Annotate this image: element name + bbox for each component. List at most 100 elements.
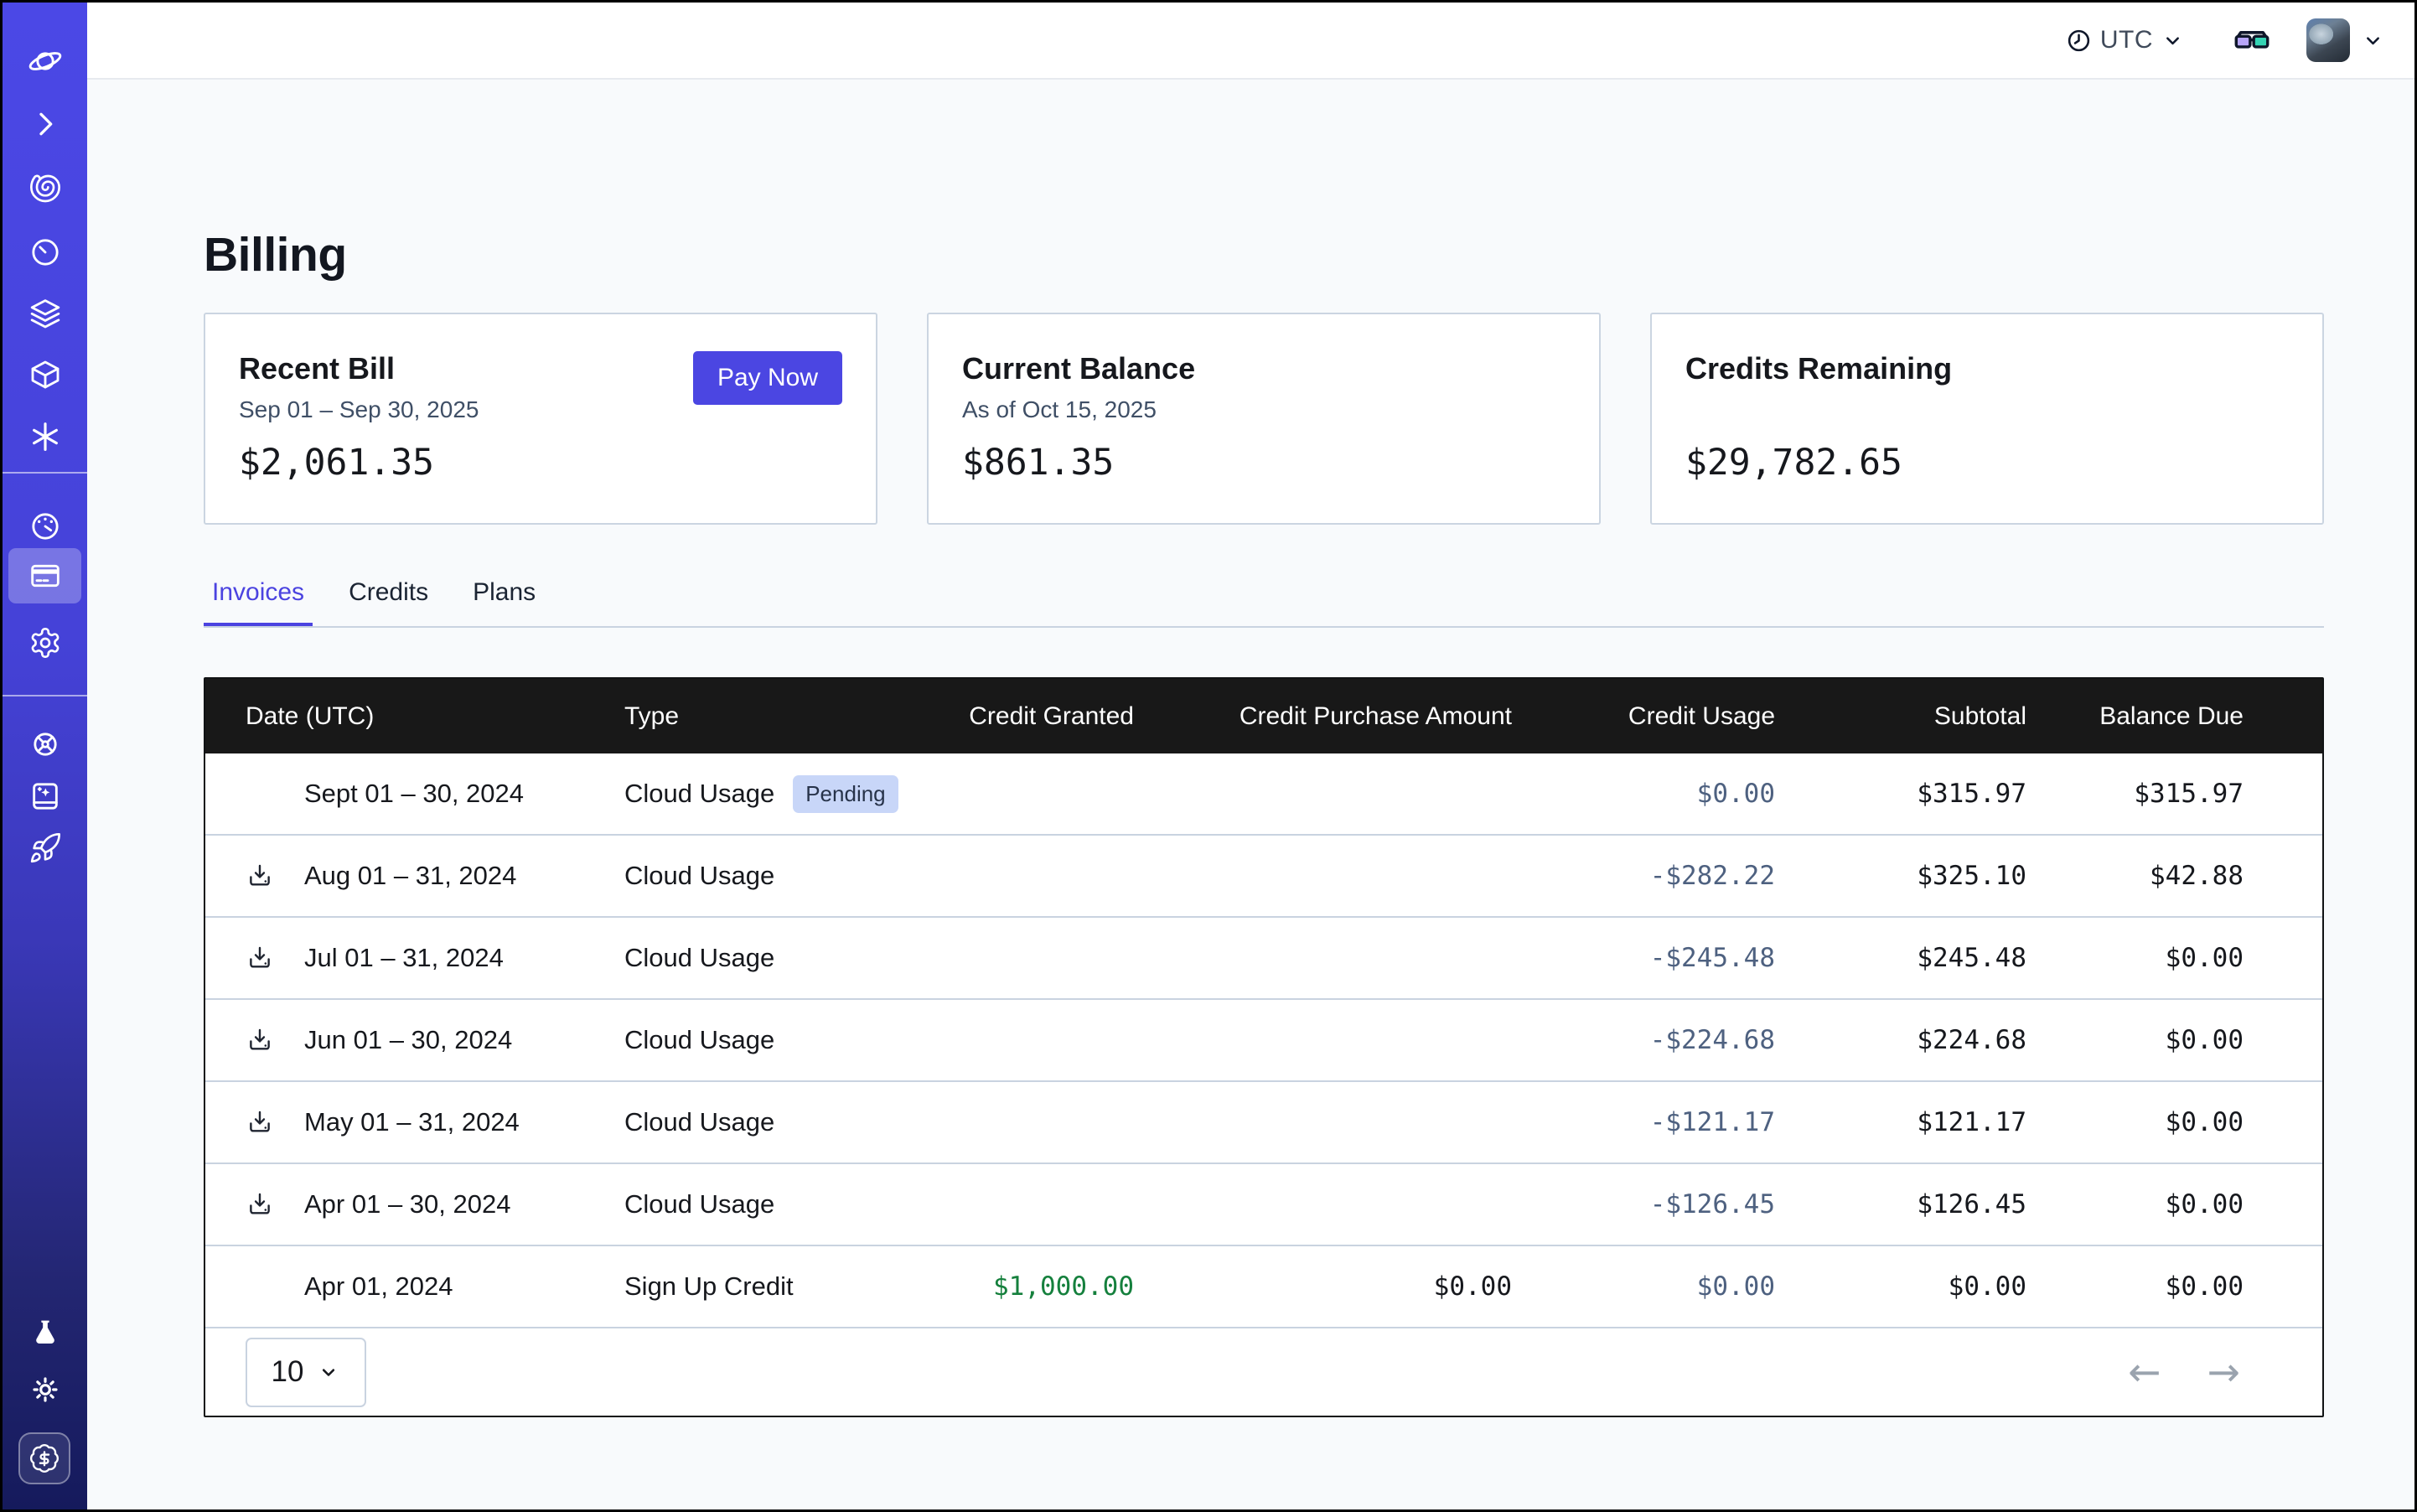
- tab-invoices[interactable]: Invoices: [204, 578, 313, 628]
- invoice-type: Cloud Usage: [624, 1107, 774, 1137]
- avatar: [2306, 18, 2350, 62]
- current-balance-card: Current Balance As of Oct 15, 2025 $861.…: [927, 313, 1601, 525]
- chevron-right-icon: [28, 107, 62, 141]
- sidebar-item-sandbox[interactable]: [3, 356, 87, 393]
- asterisk-icon: [28, 420, 62, 453]
- sidebar-item-billing[interactable]: [3, 557, 87, 594]
- column-header-type: Type: [624, 702, 909, 731]
- invoice-date-cell: May 01 – 31, 2024: [246, 1107, 624, 1137]
- sidebar-item-timer[interactable]: [3, 234, 87, 271]
- timezone-selector[interactable]: UTC: [2066, 26, 2184, 54]
- subtotal-cell: $121.17: [1775, 1107, 2026, 1137]
- column-header-credit-granted: Credit Granted: [909, 702, 1134, 731]
- download-invoice-button[interactable]: [246, 941, 279, 975]
- timer-icon: [28, 236, 62, 269]
- invoice-date-cell: Jul 01 – 31, 2024: [246, 943, 624, 973]
- invoices-table: Date (UTC)TypeCredit GrantedCredit Purch…: [204, 677, 2324, 1417]
- chevron-down-icon: [2161, 29, 2184, 52]
- invoice-period: May 01 – 31, 2024: [304, 1107, 520, 1137]
- page-size-value: 10: [272, 1355, 304, 1389]
- prev-page-button[interactable]: ←: [2128, 1353, 2161, 1392]
- invoice-period: Apr 01, 2024: [304, 1271, 453, 1301]
- invoice-type: Cloud Usage: [624, 1189, 774, 1219]
- invoice-type: Cloud Usage: [624, 1025, 774, 1055]
- sidebar-item-layers[interactable]: [3, 295, 87, 332]
- balance-due-cell: $42.88: [2026, 861, 2244, 891]
- chevron-down-icon: [2362, 29, 2384, 52]
- balance-due-cell: $0.00: [2026, 1025, 2244, 1055]
- download-invoice-button[interactable]: [246, 859, 279, 893]
- invoice-type: Cloud Usage: [624, 861, 774, 891]
- balance-due-cell: $0.00: [2026, 1271, 2244, 1302]
- invoice-row: Jun 01 – 30, 2024Cloud Usage-$224.68$224…: [205, 998, 2322, 1080]
- balance-due-cell: $0.00: [2026, 943, 2244, 973]
- sidebar-item-functions[interactable]: [3, 418, 87, 455]
- sidebar: [3, 3, 87, 1509]
- sidebar-item-guide[interactable]: [3, 778, 87, 815]
- page-size-select[interactable]: 10: [246, 1338, 366, 1407]
- invoice-type-cell: Cloud Usage: [624, 943, 909, 973]
- invoice-row: Apr 01 – 30, 2024Cloud Usage-$126.45$126…: [205, 1162, 2322, 1245]
- clock-icon: [2066, 28, 2092, 54]
- credits-remaining-amount: $29,782.65: [1685, 442, 1902, 484]
- timezone-label: UTC: [2100, 26, 2153, 54]
- billing-page: UTC Billing Recent Bill Sep 0: [0, 0, 2417, 1512]
- invoice-type-cell: Cloud Usage: [624, 1107, 909, 1137]
- invoice-row: May 01 – 31, 2024 Cloud Usage -$121.17$121…: [205, 1080, 2322, 1162]
- card-title: Current Balance: [962, 351, 1566, 386]
- sidebar-item-helm[interactable]: [3, 726, 87, 763]
- sidebar-item-logo[interactable]: [3, 43, 87, 80]
- sidebar-item-spiral[interactable]: [3, 170, 87, 207]
- invoice-date-cell: Sept 01 – 30, 2024: [246, 779, 624, 809]
- main-content: Billing Recent Bill Sep 01 – Sep 30, 202…: [87, 80, 2414, 1509]
- invoice-row: Aug 01 – 31, 2024Cloud Usage-$282.22$325…: [205, 834, 2322, 916]
- invoice-period: Aug 01 – 31, 2024: [304, 861, 516, 890]
- card-subtitle: As of Oct 15, 2025: [962, 396, 1566, 423]
- table-header: Date (UTC)TypeCredit GrantedCredit Purch…: [205, 679, 2322, 753]
- rocket-icon: [28, 831, 62, 865]
- gauge-icon: [28, 510, 62, 543]
- pay-now-button[interactable]: Pay Now: [693, 351, 842, 405]
- invoice-date-cell: Apr 01 – 30, 2024: [246, 1189, 624, 1219]
- download-invoice-button[interactable]: [246, 1106, 279, 1139]
- invoice-type-cell: Cloud Usage: [624, 1025, 909, 1055]
- sidebar-item-theme[interactable]: [3, 1371, 87, 1408]
- sidebar-item-settings[interactable]: [3, 624, 87, 661]
- status-badge: Pending: [793, 775, 898, 813]
- 3d-glasses-button[interactable]: [2233, 25, 2271, 55]
- invoice-type-cell: Cloud Usage: [624, 861, 909, 891]
- sidebar-item-labs[interactable]: [3, 1315, 87, 1352]
- sidebar-item-credits[interactable]: [18, 1432, 70, 1484]
- invoice-type-cell: Sign Up Credit: [624, 1271, 909, 1302]
- notebook-sparkles-icon: [28, 779, 62, 813]
- sidebar-item-collapse[interactable]: [3, 106, 87, 142]
- topbar: UTC: [87, 3, 2414, 80]
- invoice-date-cell: Apr 01, 2024: [246, 1271, 624, 1302]
- subtotal-cell: $245.48: [1775, 943, 2026, 973]
- balance-due-cell: $0.00: [2026, 1189, 2244, 1219]
- subtotal-cell: $0.00: [1775, 1271, 2026, 1302]
- tab-credits[interactable]: Credits: [340, 578, 437, 628]
- invoice-period: Jul 01 – 31, 2024: [304, 943, 504, 972]
- download-invoice-button[interactable]: [246, 1188, 279, 1221]
- next-page-button[interactable]: →: [2207, 1353, 2240, 1392]
- flask-icon: [28, 1317, 62, 1350]
- column-header-credit-usage: Credit Usage: [1512, 702, 1775, 731]
- column-header-balance-due: Balance Due: [2026, 702, 2244, 731]
- sidebar-divider: [3, 695, 87, 696]
- sidebar-divider: [3, 472, 87, 474]
- sidebar-item-usage[interactable]: [3, 508, 87, 545]
- credit-usage-cell: -$121.17: [1512, 1107, 1775, 1137]
- credits-remaining-card: Credits Remaining $29,782.65: [1650, 313, 2324, 525]
- tab-plans[interactable]: Plans: [464, 578, 544, 628]
- sidebar-item-launch[interactable]: [3, 830, 87, 867]
- credit-card-icon: [28, 559, 62, 593]
- subtotal-cell: $126.45: [1775, 1189, 2026, 1219]
- invoice-period: Apr 01 – 30, 2024: [304, 1189, 510, 1219]
- user-menu[interactable]: [2306, 18, 2384, 62]
- download-invoice-button[interactable]: [246, 1023, 279, 1057]
- credit-usage-cell: -$224.68: [1512, 1025, 1775, 1055]
- cube-icon: [28, 358, 62, 391]
- page-title: Billing: [204, 227, 347, 282]
- sun-icon: [28, 1373, 62, 1406]
